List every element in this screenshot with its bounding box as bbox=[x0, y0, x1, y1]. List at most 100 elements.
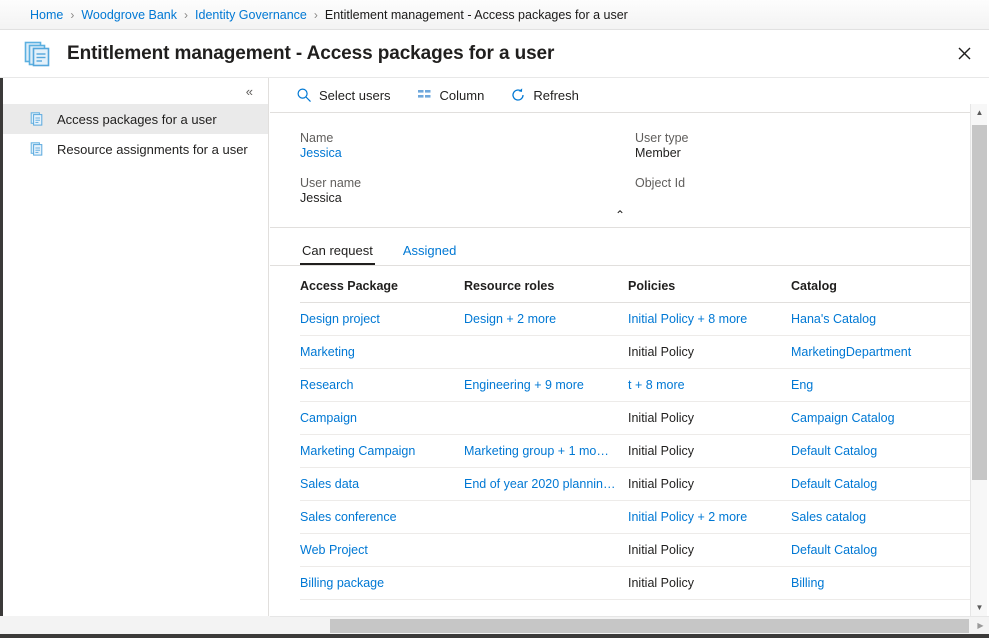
table-row: Campaign Initial Policy Campaign Catalog bbox=[300, 402, 970, 435]
cell-resource_roles bbox=[464, 534, 628, 567]
table-row: Billing packageInitial PolicyBilling bbox=[300, 567, 970, 600]
cell-text: Initial Policy bbox=[628, 411, 694, 425]
cell-resource_roles bbox=[464, 336, 628, 369]
breadcrumb-current: Entitlement management - Access packages… bbox=[325, 8, 628, 22]
collapse-info-panel-button[interactable]: ⌃ bbox=[605, 207, 635, 223]
toolbar-button-0[interactable]: Select users bbox=[294, 85, 393, 105]
column-header-3[interactable]: Catalog bbox=[791, 266, 970, 303]
cell-catalog: Sales catalog bbox=[791, 501, 970, 534]
cell-link[interactable]: Design + 2 more bbox=[464, 312, 628, 326]
documents-stack-icon bbox=[30, 111, 46, 127]
breadcrumb-link-1[interactable]: Woodgrove Bank bbox=[81, 8, 177, 22]
close-button[interactable] bbox=[947, 36, 981, 70]
toolbar-button-2[interactable]: Refresh bbox=[508, 85, 581, 105]
horizontal-scrollbar[interactable]: ▶ bbox=[270, 616, 989, 634]
collapse-sidebar-button[interactable]: « bbox=[243, 83, 256, 100]
breadcrumb-separator-icon: › bbox=[184, 8, 188, 22]
breadcrumb-link-0[interactable]: Home bbox=[30, 8, 63, 22]
cell-link[interactable]: Campaign Catalog bbox=[791, 411, 970, 425]
scroll-right-arrow-icon[interactable]: ▶ bbox=[972, 617, 989, 634]
cell-resource_roles: End of year 2020 plannin… bbox=[464, 468, 628, 501]
sidebar-item-label: Resource assignments for a user bbox=[57, 142, 248, 157]
cell-link[interactable]: Sales catalog bbox=[791, 510, 970, 524]
cell-link[interactable]: MarketingDepartment bbox=[791, 345, 970, 359]
vertical-scrollbar-thumb[interactable] bbox=[972, 125, 987, 480]
cell-policies: Initial Policy bbox=[628, 402, 791, 435]
info-field-label: Object Id bbox=[635, 176, 970, 190]
access-packages-table: Access PackageResource rolesPoliciesCata… bbox=[300, 266, 970, 600]
cell-catalog: Default Catalog bbox=[791, 468, 970, 501]
info-field-label: User name bbox=[300, 176, 635, 190]
tab-0[interactable]: Can request bbox=[300, 243, 375, 265]
page-title: Entitlement management - Access packages… bbox=[67, 43, 554, 65]
cell-link[interactable]: Hana's Catalog bbox=[791, 312, 970, 326]
cell-link[interactable]: Research bbox=[300, 378, 464, 392]
cell-policies: Initial Policy bbox=[628, 468, 791, 501]
cell-access_package: Billing package bbox=[300, 567, 464, 600]
cell-link[interactable]: Web Project bbox=[300, 543, 464, 557]
sidebar-item-label: Access packages for a user bbox=[57, 112, 217, 127]
window-bottom-edge bbox=[0, 634, 989, 638]
cell-link[interactable]: Sales data bbox=[300, 477, 464, 491]
cell-text: Initial Policy bbox=[628, 444, 694, 458]
toolbar-button-label: Refresh bbox=[533, 88, 579, 103]
cell-access_package: Design project bbox=[300, 303, 464, 336]
cell-link[interactable]: Marketing Campaign bbox=[300, 444, 464, 458]
column-header-0[interactable]: Access Package bbox=[300, 266, 464, 303]
close-icon bbox=[958, 47, 971, 60]
breadcrumb-link-2[interactable]: Identity Governance bbox=[195, 8, 307, 22]
info-field-value[interactable]: Jessica bbox=[300, 146, 635, 162]
cell-access_package: Web Project bbox=[300, 534, 464, 567]
cell-link[interactable]: Design project bbox=[300, 312, 464, 326]
cell-link[interactable]: Billing bbox=[791, 576, 970, 590]
cell-policies: t + 8 more bbox=[628, 369, 791, 402]
cell-catalog: Default Catalog bbox=[791, 435, 970, 468]
documents-stack-icon bbox=[29, 140, 47, 158]
cell-link[interactable]: Default Catalog bbox=[791, 543, 970, 557]
user-info-panel: NameJessicaUser nameJessica User typeMem… bbox=[270, 113, 970, 228]
table-row: Sales conference Initial Policy + 2 moreS… bbox=[300, 501, 970, 534]
cell-catalog: MarketingDepartment bbox=[791, 336, 970, 369]
column-header-2[interactable]: Policies bbox=[628, 266, 791, 303]
access-packages-table-wrap: Access PackageResource rolesPoliciesCata… bbox=[270, 266, 970, 600]
toolbar-button-label: Select users bbox=[319, 88, 391, 103]
cell-policies: Initial Policy + 2 more bbox=[628, 501, 791, 534]
cell-link[interactable]: Default Catalog bbox=[791, 477, 970, 491]
table-row: Marketing CampaignMarketing group + 1 mo… bbox=[300, 435, 970, 468]
scrollbar-corner bbox=[0, 616, 270, 634]
documents-stack-icon bbox=[30, 141, 46, 157]
column-header-1[interactable]: Resource roles bbox=[464, 266, 628, 303]
cell-link[interactable]: Sales conference bbox=[300, 510, 464, 524]
cell-link[interactable]: Billing package bbox=[300, 576, 464, 590]
scroll-up-arrow-icon[interactable]: ▲ bbox=[971, 104, 988, 121]
cell-link[interactable]: Default Catalog bbox=[791, 444, 970, 458]
cell-link[interactable]: Initial Policy + 2 more bbox=[628, 510, 791, 524]
cell-catalog: Billing bbox=[791, 567, 970, 600]
info-field: User nameJessica bbox=[300, 176, 635, 207]
cell-link[interactable]: Initial Policy + 8 more bbox=[628, 312, 791, 326]
table-row: Web Project Initial Policy Default Catalog bbox=[300, 534, 970, 567]
cell-catalog: Campaign Catalog bbox=[791, 402, 970, 435]
cell-link[interactable]: Marketing bbox=[300, 345, 464, 359]
cell-policies: Initial Policy bbox=[628, 534, 791, 567]
cell-catalog: Default Catalog bbox=[791, 534, 970, 567]
cell-link[interactable]: Eng bbox=[791, 378, 970, 392]
table-row: ResearchEngineering + 9 moret + 8 moreEn… bbox=[300, 369, 970, 402]
horizontal-scrollbar-thumb[interactable] bbox=[330, 619, 969, 633]
toolbar-button-1[interactable]: Column bbox=[415, 85, 487, 105]
sidebar-item-1[interactable]: Resource assignments for a user bbox=[3, 134, 268, 164]
breadcrumb-separator-icon: › bbox=[70, 8, 74, 22]
cell-link[interactable]: t + 8 more bbox=[628, 378, 791, 392]
cell-access_package: Marketing bbox=[300, 336, 464, 369]
cell-text: Initial Policy bbox=[628, 543, 694, 557]
cell-link[interactable]: Marketing group + 1 mo… bbox=[464, 444, 628, 458]
scroll-down-arrow-icon[interactable]: ▼ bbox=[971, 599, 988, 616]
cell-link[interactable]: Engineering + 9 more bbox=[464, 378, 628, 392]
table-header-row: Access PackageResource rolesPoliciesCata… bbox=[300, 266, 970, 303]
vertical-scrollbar[interactable]: ▲ ▼ bbox=[970, 104, 987, 616]
cell-link[interactable]: Campaign bbox=[300, 411, 464, 425]
cell-link[interactable]: End of year 2020 plannin… bbox=[464, 477, 628, 491]
sidebar-item-0[interactable]: Access packages for a user bbox=[3, 104, 268, 134]
cell-access_package: Sales data bbox=[300, 468, 464, 501]
tab-1[interactable]: Assigned bbox=[401, 243, 458, 265]
